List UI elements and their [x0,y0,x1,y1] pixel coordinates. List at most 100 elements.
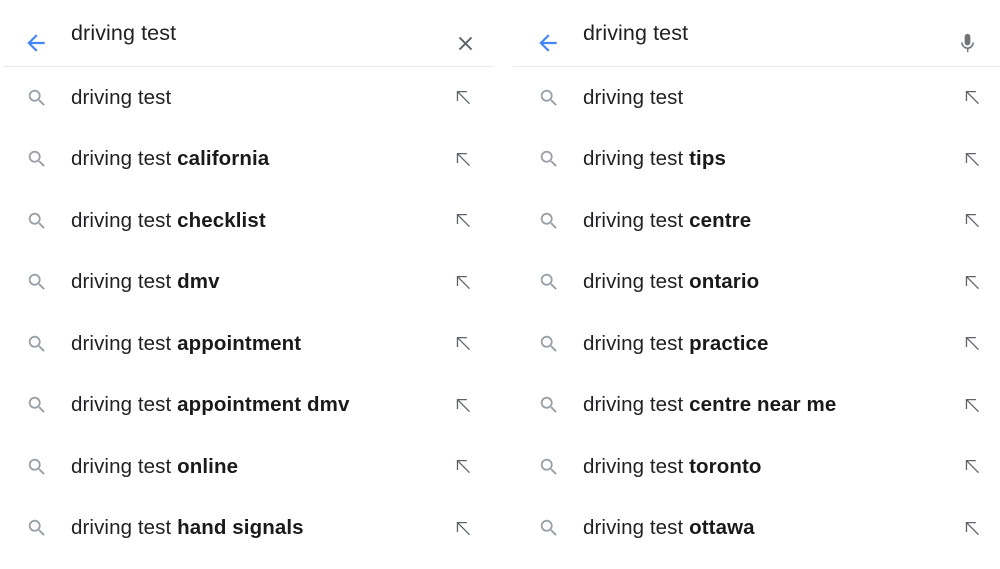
suggestion-suffix: ottawa [689,516,755,540]
clear-search-button[interactable] [447,25,483,61]
suggestion-row[interactable]: driving test toronto [506,436,1000,498]
search-icon [23,268,51,296]
arrow-up-left-icon [965,337,979,351]
suggestion-prefix: driving test [583,147,690,171]
search-icon [535,145,563,173]
fill-suggestion-button[interactable] [449,515,475,541]
suggestion-text: driving test hand signals [71,516,304,540]
back-arrow-icon [539,34,557,52]
left-search-panel: driving test driving test driving test c… [0,0,497,569]
suggestion-row[interactable]: driving test online [0,436,497,498]
search-suggestions-screen: driving test driving test driving test c… [0,0,1000,569]
suggestion-row[interactable]: driving test practice [506,313,1000,375]
arrow-up-left-icon [456,214,470,228]
fill-suggestion-button[interactable] [449,146,475,172]
arrow-up-left-icon [456,460,470,474]
suggestion-prefix: driving test [583,516,690,540]
suggestion-row[interactable]: driving test checklist [0,190,497,252]
suggestion-text: driving test [583,86,683,110]
suggestion-text: driving test dmv [71,270,220,294]
search-icon [535,207,563,235]
fill-suggestion-button[interactable] [958,269,984,295]
suggestion-row[interactable]: driving test ottawa [506,498,1000,560]
search-query-text[interactable]: driving test [71,0,176,66]
fill-suggestion-button[interactable] [449,269,475,295]
right-suggestion-list: driving test driving test tips driving t… [506,67,1000,559]
suggestion-suffix: toronto [689,454,762,478]
fill-suggestion-button[interactable] [449,454,475,480]
arrow-up-left-icon [965,214,979,228]
suggestion-text: driving test [71,86,171,110]
voice-search-button[interactable] [949,25,985,61]
search-icon [23,84,51,112]
suggestion-text: driving test centre near me [583,393,836,417]
suggestion-prefix: driving test [71,208,178,232]
suggestion-row[interactable]: driving test appointment dmv [0,375,497,437]
search-icon [535,268,563,296]
suggestion-suffix: appointment [177,331,302,355]
suggestion-suffix: online [177,454,239,478]
suggestion-text: driving test ottawa [583,516,755,540]
fill-suggestion-button[interactable] [958,331,984,357]
search-icon [23,207,51,235]
suggestion-prefix: driving test [583,270,690,294]
arrow-up-left-icon [456,152,470,166]
microphone-icon [960,33,974,52]
search-icon [23,391,51,419]
suggestion-text: driving test appointment [71,332,301,356]
suggestion-row[interactable]: driving test hand signals [0,498,497,560]
right-search-panel: driving test driving test driving test t… [506,0,1000,569]
suggestion-text: driving test tips [583,147,726,171]
suggestion-row[interactable]: driving test [506,67,1000,129]
arrow-up-left-icon [456,521,470,535]
back-arrow-button[interactable] [532,27,564,59]
suggestion-suffix: centre near me [689,393,837,417]
suggestion-row[interactable]: driving test centre near me [506,375,1000,437]
suggestion-row[interactable]: driving test centre [506,190,1000,252]
suggestion-prefix: driving test [71,270,178,294]
search-icon [535,84,563,112]
close-icon [458,36,472,50]
suggestion-text: driving test toronto [583,455,762,479]
fill-suggestion-button[interactable] [449,85,475,111]
fill-suggestion-button[interactable] [958,146,984,172]
suggestion-row[interactable]: driving test ontario [506,252,1000,314]
suggestion-row[interactable]: driving test tips [506,129,1000,191]
suggestion-prefix: driving test [71,393,178,417]
search-icon [535,453,563,481]
suggestion-suffix: practice [689,331,769,355]
fill-suggestion-button[interactable] [449,331,475,357]
suggestion-text: driving test california [71,147,269,171]
arrow-up-left-icon [965,91,979,105]
suggestion-prefix: driving test [71,454,178,478]
search-icon [23,330,51,358]
fill-suggestion-button[interactable] [958,208,984,234]
suggestion-prefix: driving test [71,331,178,355]
suggestion-prefix: driving test [583,208,690,232]
suggestion-suffix: dmv [177,270,220,294]
back-arrow-button[interactable] [20,27,52,59]
suggestion-row[interactable]: driving test dmv [0,252,497,314]
suggestion-row[interactable]: driving test [0,67,497,129]
suggestion-suffix: tips [689,147,726,171]
arrow-up-left-icon [965,275,979,289]
arrow-up-left-icon [965,398,979,412]
fill-suggestion-button[interactable] [449,392,475,418]
suggestion-suffix: california [177,147,270,171]
fill-suggestion-button[interactable] [958,85,984,111]
suggestion-row[interactable]: driving test appointment [0,313,497,375]
suggestion-prefix: driving test [71,516,178,540]
back-arrow-icon [27,34,45,52]
left-search-header: driving test [0,0,497,67]
fill-suggestion-button[interactable] [958,454,984,480]
fill-suggestion-button[interactable] [449,208,475,234]
suggestion-row[interactable]: driving test california [0,129,497,191]
suggestion-prefix: driving test [583,454,690,478]
arrow-up-left-icon [965,521,979,535]
fill-suggestion-button[interactable] [958,392,984,418]
suggestion-prefix: driving test [583,85,684,109]
search-query-text[interactable]: driving test [583,0,688,66]
suggestion-text: driving test checklist [71,209,266,233]
suggestion-text: driving test centre [583,209,751,233]
fill-suggestion-button[interactable] [958,515,984,541]
